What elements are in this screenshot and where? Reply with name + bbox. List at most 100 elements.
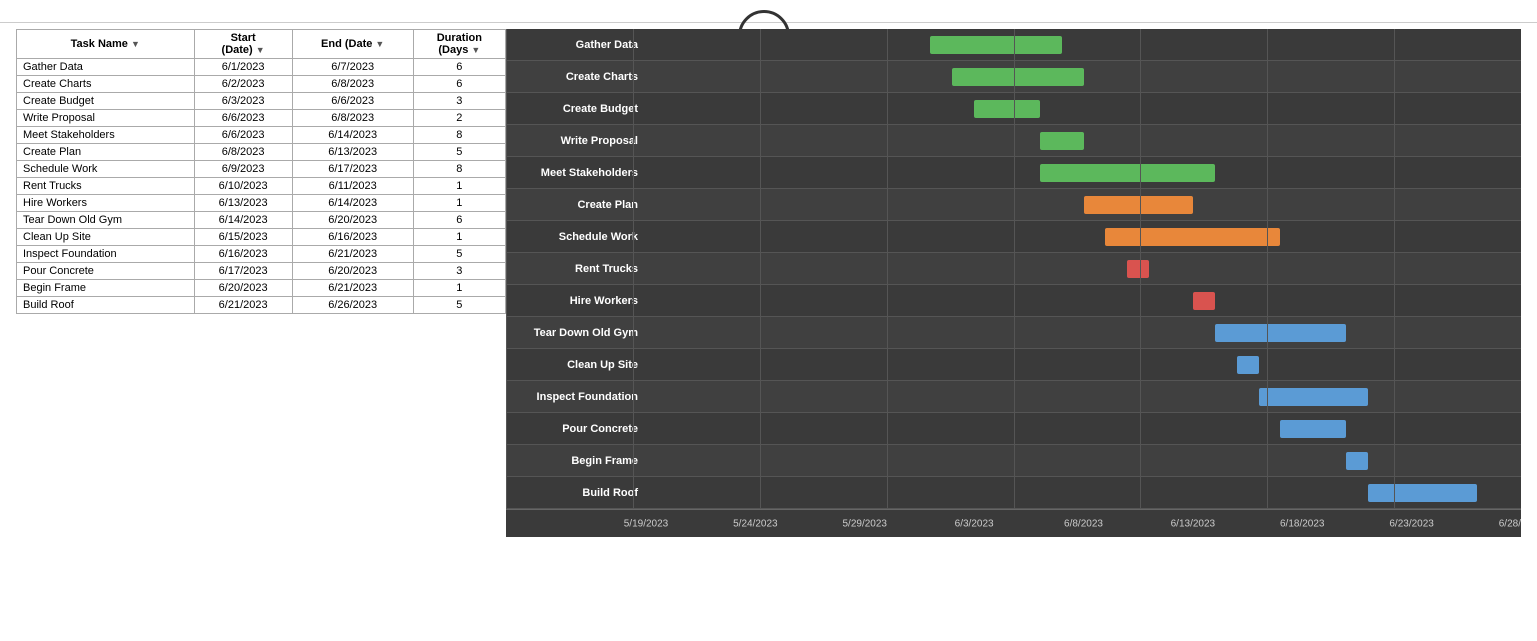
cell-duration: 6 <box>413 212 505 229</box>
col-header-end: End (Date ▼ <box>292 30 413 59</box>
cell-task: Create Charts <box>17 76 195 93</box>
grid-line <box>1014 29 1015 509</box>
gantt-track <box>646 221 1521 252</box>
cell-end: 6/26/2023 <box>292 297 413 314</box>
cell-end: 6/7/2023 <box>292 59 413 76</box>
table-row: Write Proposal 6/6/2023 6/8/2023 2 <box>17 110 506 127</box>
gantt-bar <box>1084 196 1193 214</box>
table-row: Create Plan 6/8/2023 6/13/2023 5 <box>17 144 506 161</box>
cell-task: Schedule Work <box>17 161 195 178</box>
cell-end: 6/11/2023 <box>292 178 413 195</box>
table-row: Gather Data 6/1/2023 6/7/2023 6 <box>17 59 506 76</box>
cell-start: 6/16/2023 <box>194 246 292 263</box>
table-row: Create Charts 6/2/2023 6/8/2023 6 <box>17 76 506 93</box>
cell-duration: 8 <box>413 127 505 144</box>
gantt-bar <box>1127 260 1149 278</box>
cell-duration: 3 <box>413 93 505 110</box>
filter-icon-task[interactable]: ▼ <box>131 39 140 49</box>
cell-start: 6/6/2023 <box>194 110 292 127</box>
cell-start: 6/13/2023 <box>194 195 292 212</box>
gantt-container: Gather DataCreate ChartsCreate BudgetWri… <box>506 29 1521 537</box>
col-header-start: Start(Date) ▼ <box>194 30 292 59</box>
cell-duration: 8 <box>413 161 505 178</box>
cell-start: 6/1/2023 <box>194 59 292 76</box>
cell-start: 6/15/2023 <box>194 229 292 246</box>
table-row: Begin Frame 6/20/2023 6/21/2023 1 <box>17 280 506 297</box>
axis-labels: 5/19/20235/24/20235/29/20236/3/20236/8/2… <box>646 510 1521 537</box>
gantt-bar <box>1105 228 1280 246</box>
gantt-row-label: Clean Up Site <box>506 359 646 371</box>
cell-duration: 1 <box>413 229 505 246</box>
gantt-bar <box>952 68 1083 86</box>
cell-duration: 2 <box>413 110 505 127</box>
table-row: Pour Concrete 6/17/2023 6/20/2023 3 <box>17 263 506 280</box>
gantt-track <box>646 61 1521 92</box>
cell-task: Meet Stakeholders <box>17 127 195 144</box>
filter-icon-end[interactable]: ▼ <box>375 39 384 49</box>
cell-end: 6/6/2023 <box>292 93 413 110</box>
gantt-row-label: Gather Data <box>506 39 646 51</box>
filter-icon-start[interactable]: ▼ <box>256 45 265 55</box>
cell-end: 6/13/2023 <box>292 144 413 161</box>
cell-duration: 3 <box>413 263 505 280</box>
cell-task: Hire Workers <box>17 195 195 212</box>
cell-start: 6/10/2023 <box>194 178 292 195</box>
gantt-row-label: Pour Concrete <box>506 423 646 435</box>
table-row: Schedule Work 6/9/2023 6/17/2023 8 <box>17 161 506 178</box>
cell-task: Tear Down Old Gym <box>17 212 195 229</box>
cell-start: 6/9/2023 <box>194 161 292 178</box>
cell-duration: 5 <box>413 246 505 263</box>
cell-end: 6/20/2023 <box>292 263 413 280</box>
cell-start: 6/20/2023 <box>194 280 292 297</box>
gantt-track <box>646 381 1521 412</box>
gantt-bar <box>1259 388 1368 406</box>
table-row: Rent Trucks 6/10/2023 6/11/2023 1 <box>17 178 506 195</box>
table-row: Hire Workers 6/13/2023 6/14/2023 1 <box>17 195 506 212</box>
cell-end: 6/8/2023 <box>292 110 413 127</box>
cell-start: 6/3/2023 <box>194 93 292 110</box>
gantt-axis: 5/19/20235/24/20235/29/20236/3/20236/8/2… <box>506 509 1521 537</box>
gantt-row-label: Begin Frame <box>506 455 646 467</box>
grid-line <box>887 29 888 509</box>
cell-start: 6/6/2023 <box>194 127 292 144</box>
table-row: Meet Stakeholders 6/6/2023 6/14/2023 8 <box>17 127 506 144</box>
table-row: Tear Down Old Gym 6/14/2023 6/20/2023 6 <box>17 212 506 229</box>
axis-date-label: 5/24/2023 <box>733 518 778 529</box>
gantt-inner: Gather DataCreate ChartsCreate BudgetWri… <box>506 29 1521 509</box>
gantt-row-label: Schedule Work <box>506 231 646 243</box>
axis-date-label: 5/29/2023 <box>843 518 888 529</box>
gantt-bar <box>1040 132 1084 150</box>
gantt-row-label: Tear Down Old Gym <box>506 327 646 339</box>
gantt-row-label: Build Roof <box>506 487 646 499</box>
grid-line <box>1267 29 1268 509</box>
cell-end: 6/17/2023 <box>292 161 413 178</box>
filter-icon-dur[interactable]: ▼ <box>471 45 480 55</box>
axis-date-label: 6/3/2023 <box>955 518 994 529</box>
cell-duration: 6 <box>413 59 505 76</box>
gantt-row-label: Hire Workers <box>506 295 646 307</box>
cell-task: Gather Data <box>17 59 195 76</box>
col-header-task: Task Name ▼ <box>17 30 195 59</box>
main-content: Task Name ▼ Start(Date) ▼ End (Date ▼ Du… <box>0 29 1537 537</box>
gantt-track <box>646 125 1521 156</box>
gantt-row-label: Create Budget <box>506 103 646 115</box>
cell-duration: 1 <box>413 195 505 212</box>
gantt-bar <box>1215 324 1346 342</box>
cell-end: 6/16/2023 <box>292 229 413 246</box>
cell-start: 6/2/2023 <box>194 76 292 93</box>
gantt-track <box>646 285 1521 316</box>
gantt-row-label: Write Proposal <box>506 135 646 147</box>
gantt-bar <box>1280 420 1346 438</box>
table-row: Clean Up Site 6/15/2023 6/16/2023 1 <box>17 229 506 246</box>
task-table-container: Task Name ▼ Start(Date) ▼ End (Date ▼ Du… <box>16 29 506 537</box>
cell-end: 6/14/2023 <box>292 127 413 144</box>
axis-date-label: 6/18/2023 <box>1280 518 1325 529</box>
table-row: Build Roof 6/21/2023 6/26/2023 5 <box>17 297 506 314</box>
gantt-bar <box>1346 452 1368 470</box>
gantt-track <box>646 189 1521 220</box>
gantt-row-label: Inspect Foundation <box>506 391 646 403</box>
gantt-row-label: Meet Stakeholders <box>506 167 646 179</box>
axis-date-label: 6/28/2023 <box>1499 518 1521 529</box>
gantt-track <box>646 477 1521 508</box>
cell-end: 6/21/2023 <box>292 246 413 263</box>
